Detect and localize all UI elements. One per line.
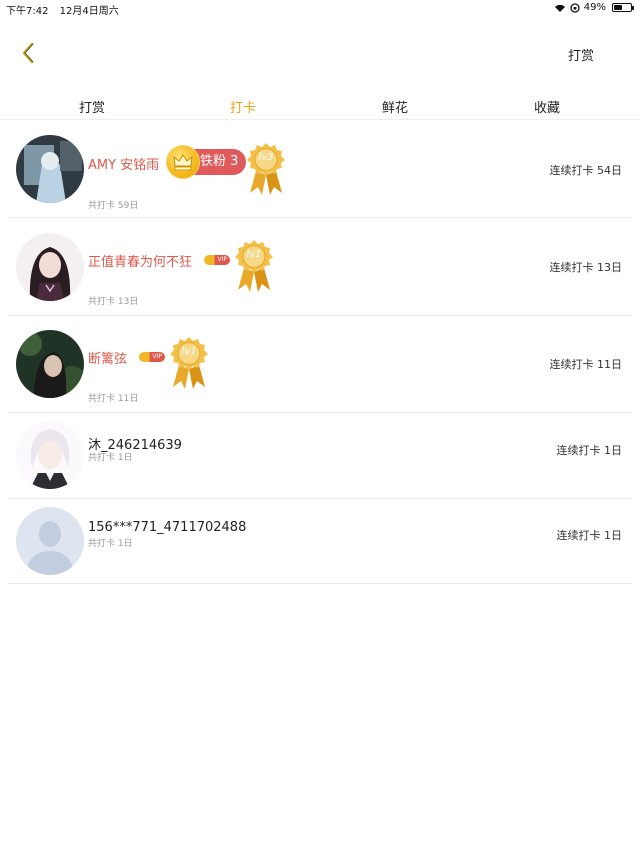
streak-checkin: 连续打卡 11日 bbox=[549, 358, 623, 371]
status-time: 下午7:42 bbox=[6, 6, 49, 17]
level-label: lv3 bbox=[258, 152, 274, 163]
list-item[interactable]: 断篱弦 VIP lv1 共打卡 11日 连续打卡 11日 bbox=[8, 316, 632, 413]
streak-checkin: 连续打卡 1日 bbox=[556, 529, 623, 542]
tab-bar: 打赏 打卡 鲜花 收藏 bbox=[0, 94, 640, 120]
crown-icon bbox=[166, 145, 200, 179]
user-name[interactable]: 156***771_4711702488 bbox=[88, 520, 246, 535]
avatar[interactable] bbox=[16, 507, 84, 575]
level-medal-icon: lv1 bbox=[232, 238, 276, 298]
tab-flowers[interactable]: 鲜花 bbox=[382, 97, 408, 116]
back-button[interactable] bbox=[16, 40, 42, 66]
battery-percent: 49% bbox=[583, 2, 606, 13]
streak-checkin: 连续打卡 1日 bbox=[556, 444, 623, 457]
status-bar: 下午7:42 12月4日周六 49% bbox=[0, 0, 640, 17]
list-item[interactable]: 156***771_4711702488 共打卡 1日 连续打卡 1日 bbox=[8, 499, 632, 584]
level-medal-icon: lv1 bbox=[167, 335, 211, 395]
level-label: lv1 bbox=[181, 346, 197, 357]
total-checkin: 共打卡 13日 bbox=[88, 297, 139, 307]
reward-button[interactable]: 打赏 bbox=[568, 45, 594, 64]
list-item[interactable]: AMY 安铭雨 铁粉 3 lv3 共打卡 59日 连续打卡 54日 bbox=[8, 121, 632, 218]
status-date: 12月4日周六 bbox=[59, 6, 119, 17]
user-name[interactable]: 断篱弦 bbox=[88, 348, 127, 367]
fan-level-badge: 铁粉 3 bbox=[166, 145, 247, 179]
streak-checkin: 连续打卡 54日 bbox=[549, 164, 623, 177]
total-checkin: 共打卡 11日 bbox=[88, 394, 139, 404]
level-label: lv1 bbox=[246, 249, 262, 260]
tab-checkin[interactable]: 打卡 bbox=[230, 97, 256, 116]
checkin-list: AMY 安铭雨 铁粉 3 lv3 共打卡 59日 连续打卡 54日 正值青春为何… bbox=[8, 121, 632, 584]
fan-badge-label: 铁粉 3 bbox=[200, 154, 239, 169]
tab-reward[interactable]: 打赏 bbox=[79, 97, 105, 116]
level-medal-icon: lv3 bbox=[244, 141, 288, 201]
list-item[interactable]: 沐_246214639 共打卡 1日 连续打卡 1日 bbox=[8, 413, 632, 499]
user-name[interactable]: AMY 安铭雨 bbox=[88, 154, 159, 173]
avatar[interactable] bbox=[16, 330, 84, 398]
vip-badge: VIP bbox=[204, 255, 230, 265]
total-checkin: 共打卡 1日 bbox=[88, 539, 133, 549]
battery-icon bbox=[612, 3, 634, 12]
navigation-bar: 打赏 bbox=[0, 30, 640, 76]
orientation-lock-icon bbox=[570, 2, 580, 13]
list-item[interactable]: 正值青春为何不狂 VIP lv1 共打卡 13日 连续打卡 13日 bbox=[8, 218, 632, 316]
avatar[interactable] bbox=[16, 233, 84, 301]
total-checkin: 共打卡 1日 bbox=[88, 453, 133, 463]
vip-badge: VIP bbox=[139, 352, 165, 362]
tab-favorites[interactable]: 收藏 bbox=[534, 97, 560, 116]
total-checkin: 共打卡 59日 bbox=[88, 201, 139, 211]
avatar[interactable] bbox=[16, 421, 84, 489]
wifi-icon bbox=[554, 4, 565, 12]
chevron-left-icon bbox=[22, 42, 34, 64]
streak-checkin: 连续打卡 13日 bbox=[549, 261, 623, 274]
user-name[interactable]: 正值青春为何不狂 bbox=[88, 251, 192, 270]
avatar[interactable] bbox=[16, 135, 84, 203]
default-avatar-icon bbox=[16, 507, 84, 575]
